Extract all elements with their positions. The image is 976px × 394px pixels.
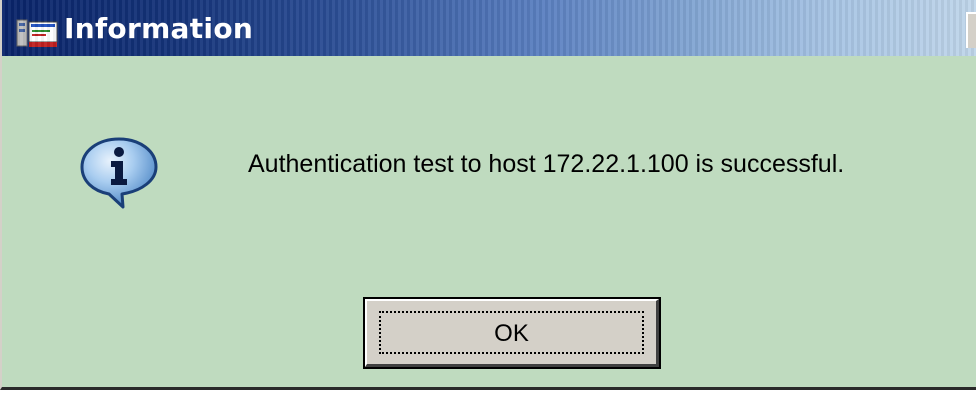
- info-icon: [80, 137, 158, 209]
- ok-button-label: OK: [494, 320, 529, 347]
- ok-button[interactable]: OK: [365, 299, 659, 367]
- message-text: Authentication test to host 172.22.1.100…: [248, 150, 845, 178]
- window-title: Information: [64, 12, 254, 45]
- title-bar[interactable]: Information: [2, 0, 976, 56]
- information-dialog: Information Authentication test to host …: [0, 0, 976, 390]
- close-button[interactable]: [966, 12, 976, 48]
- app-icon: [16, 19, 58, 47]
